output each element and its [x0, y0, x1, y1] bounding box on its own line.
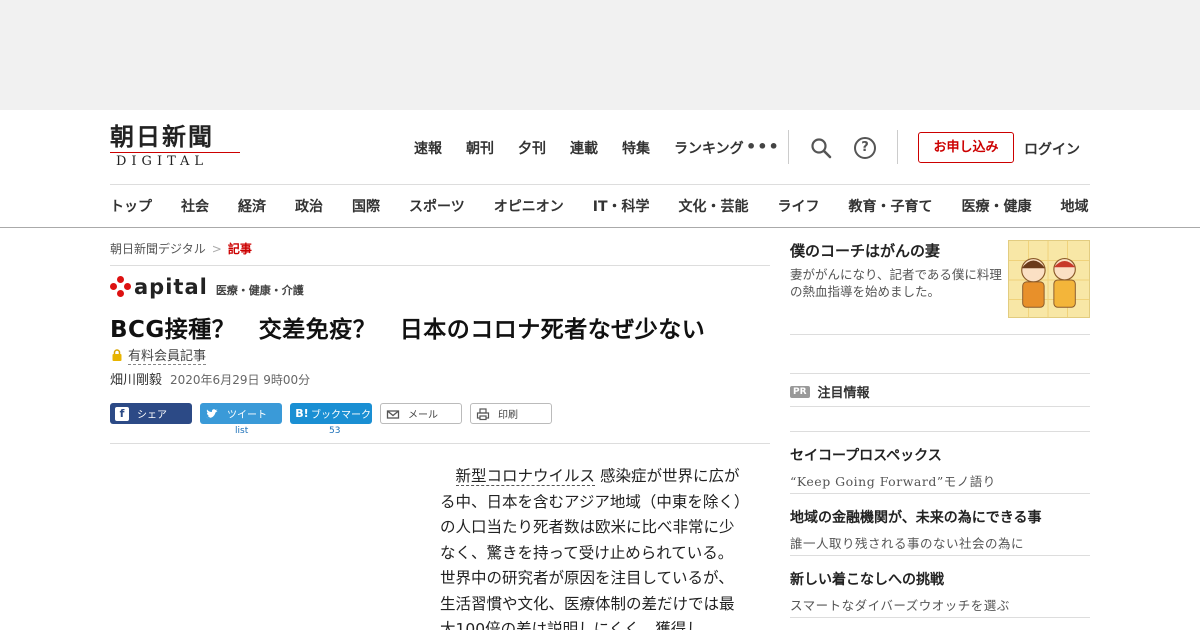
breadcrumb-home[interactable]: 朝日新聞デジタル [110, 242, 206, 256]
print-button[interactable]: 印刷 [470, 403, 552, 424]
header-rule [110, 184, 1090, 185]
share-rule [110, 443, 770, 444]
nav-item-features[interactable]: 特集 [622, 138, 650, 158]
facebook-share-button[interactable]: f シェア [110, 403, 192, 424]
cat-life[interactable]: ライフ [778, 196, 820, 216]
paid-member-label[interactable]: 有料会員記事 [112, 345, 207, 365]
pr-heading: PR 注目情報 [790, 382, 870, 401]
print-label: 印刷 [498, 410, 518, 421]
sidebar-rule [790, 493, 1090, 494]
hatena-bookmark-button[interactable]: B! ブックマーク [290, 403, 372, 424]
nav-item-breaking[interactable]: 速報 [414, 138, 442, 158]
login-link[interactable]: ログイン [1024, 139, 1080, 159]
print-icon [476, 407, 490, 420]
breadcrumb-separator: > [211, 242, 222, 256]
article-body: 新型コロナウイルス 感染症が世界に広がる中、日本を含むアジア地域（中東を除く）の… [440, 464, 748, 630]
breadcrumb-rule [110, 265, 770, 266]
pr-item-title: セイコープロスペックス [790, 448, 942, 464]
section-brand-name: apital [134, 275, 208, 299]
pr-badge: PR [790, 385, 810, 398]
pr-item-subtitle: “Keep Going Forward”モノ語り [790, 474, 996, 489]
header-divider [788, 130, 789, 164]
cat-education[interactable]: 教育・子育て [849, 196, 933, 216]
hatena-bookmark-label: ブックマーク [311, 410, 371, 421]
lock-icon [112, 349, 122, 361]
site-header: 朝日新聞 DIGITAL 速報 朝刊 夕刊 連載 特集 ランキング ••• ? … [0, 110, 1200, 228]
section-brand[interactable]: apital 医療・健康・介護 [110, 276, 304, 298]
promo-title[interactable]: 僕のコーチはがんの妻 [790, 240, 940, 261]
twitter-share-button[interactable]: ツイート [200, 403, 282, 424]
pr-item-title: 新しい着こなしへの挑戦 [790, 572, 944, 588]
article-headline: BCG接種？ 交差免疫？ 日本のコロナ死者なぜ少ない [110, 317, 706, 343]
mail-share-label: メール [408, 410, 438, 421]
twitter-count[interactable]: list [235, 426, 248, 436]
sidebar-rule [790, 617, 1090, 618]
mail-icon [386, 409, 400, 419]
section-tag: 医療・健康・介護 [215, 284, 304, 297]
search-icon[interactable] [810, 137, 832, 159]
nav-item-evening[interactable]: 夕刊 [518, 138, 546, 158]
cat-sports[interactable]: スポーツ [409, 196, 465, 216]
cat-top[interactable]: トップ [110, 196, 152, 216]
hatena-count[interactable]: 53 [329, 426, 340, 436]
byline: 畑川剛毅 2020年6月29日 9時00分 [110, 369, 310, 388]
subscribe-button[interactable]: お申し込み [918, 132, 1014, 163]
category-nav: トップ 社会 経済 政治 国際 スポーツ オピニオン IT・科学 文化・芸能 ラ… [110, 196, 1089, 216]
promo-description: 妻ががんになり、記者である僕に料理の熱血指導を始めました。 [790, 267, 1002, 299]
publish-date: 2020年6月29日 9時00分 [170, 373, 311, 387]
cat-culture[interactable]: 文化・芸能 [679, 196, 749, 216]
facebook-icon: f [115, 406, 129, 421]
logo-rule [110, 152, 240, 153]
breadcrumb-current: 記事 [227, 242, 252, 256]
nav-item-series[interactable]: 連載 [570, 138, 598, 158]
pr-item-subtitle: スマートなダイバーズウオッチを選ぶ [790, 598, 1010, 613]
sidebar-rule [790, 334, 1090, 335]
sidebar-rule [790, 406, 1090, 407]
top-nav: 速報 朝刊 夕刊 連載 特集 ランキング [414, 138, 768, 158]
cat-society[interactable]: 社会 [181, 196, 209, 216]
site-logo[interactable]: 朝日新聞 DIGITAL [110, 124, 242, 170]
help-icon[interactable]: ? [854, 137, 876, 159]
twitter-share-label: ツイート [227, 410, 267, 421]
pr-item[interactable]: セイコープロスペックス “Keep Going Forward”モノ語り [790, 445, 1090, 490]
topic-link[interactable]: 新型コロナウイルス [455, 467, 596, 486]
logo-en: DIGITAL [116, 154, 209, 169]
author: 畑川剛毅 [110, 373, 163, 388]
nav-item-morning[interactable]: 朝刊 [466, 138, 494, 158]
sidebar-rule [790, 555, 1090, 556]
article-body-text: 感染症が世界に広がる中、日本を含むアジア地域（中東を除く）の人口当たり死者数は欧… [440, 467, 742, 630]
hatena-icon: B! [295, 406, 309, 420]
more-icon[interactable]: ••• [746, 137, 780, 156]
cat-health[interactable]: 医療・健康 [962, 196, 1032, 216]
facebook-share-label: シェア [137, 410, 167, 421]
sidebar-rule [790, 373, 1090, 374]
pr-item[interactable]: 新しい着こなしへの挑戦 スマートなダイバーズウオッチを選ぶ [790, 569, 1090, 614]
cat-politics[interactable]: 政治 [295, 196, 323, 216]
cat-it-science[interactable]: IT・科学 [593, 196, 650, 216]
apital-logo-icon [110, 276, 132, 298]
promo-illustration[interactable] [1008, 240, 1090, 318]
cat-region[interactable]: 地域 [1061, 196, 1089, 216]
nav-item-ranking[interactable]: ランキング [674, 138, 744, 158]
paid-label-text: 有料会員記事 [128, 345, 207, 365]
pr-item[interactable]: 地域の金融機関が、未来の為にできる事 誰一人取り残される事のない社会の為に [790, 507, 1090, 552]
ad-banner [0, 0, 1200, 110]
cat-economy[interactable]: 経済 [238, 196, 266, 216]
mail-share-button[interactable]: メール [380, 403, 462, 424]
twitter-icon [206, 408, 218, 418]
pr-item-title: 地域の金融機関が、未来の為にできる事 [790, 510, 1042, 526]
cat-international[interactable]: 国際 [352, 196, 380, 216]
cat-opinion[interactable]: オピニオン [494, 196, 564, 216]
pr-heading-text: 注目情報 [817, 386, 870, 401]
pr-item-subtitle: 誰一人取り残される事のない社会の為に [790, 536, 1025, 551]
logo-jp: 朝日新聞 [110, 122, 214, 151]
breadcrumb: 朝日新聞デジタル > 記事 [110, 240, 252, 257]
header-divider [897, 130, 898, 164]
sidebar-rule [790, 431, 1090, 432]
